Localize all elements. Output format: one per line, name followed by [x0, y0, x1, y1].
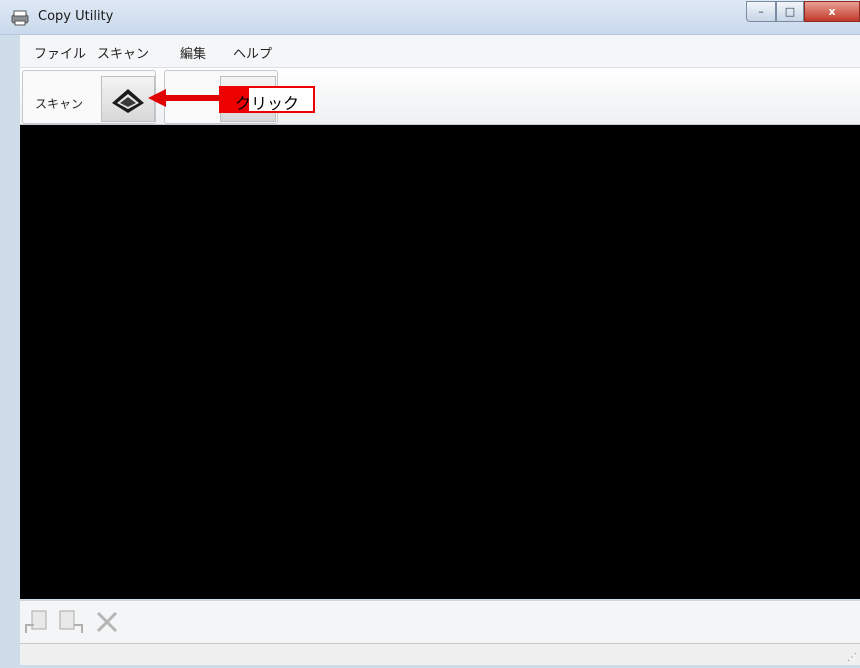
- minimize-icon: –: [758, 5, 764, 18]
- callout-arrow-icon: [148, 89, 222, 107]
- title-bar[interactable]: Copy Utility – □ x: [0, 0, 860, 35]
- window-title: Copy Utility: [38, 9, 114, 24]
- bottom-toolbar: [20, 600, 860, 643]
- delete-icon[interactable]: [92, 607, 122, 637]
- resize-grip-icon[interactable]: ⋰: [847, 652, 857, 663]
- menu-scan[interactable]: スキャン: [97, 43, 149, 62]
- scan-group-label: スキャン: [35, 97, 84, 111]
- preview-area[interactable]: [20, 125, 860, 599]
- rotate-left-icon[interactable]: [22, 607, 52, 637]
- copy-utility-window: Copy Utility – □ x ファイル スキャン 編集 ヘルプ スキャン: [0, 0, 860, 668]
- menu-help[interactable]: ヘルプ: [233, 43, 272, 62]
- click-callout: クリック: [219, 86, 315, 113]
- app-icon: [11, 10, 29, 26]
- rotate-right-icon[interactable]: [56, 607, 86, 637]
- scan-group: スキャン: [22, 70, 156, 124]
- minimize-button[interactable]: –: [746, 1, 776, 22]
- maximize-icon: □: [784, 5, 796, 18]
- menu-bar: ファイル スキャン 編集 ヘルプ: [20, 35, 860, 68]
- close-button[interactable]: x: [804, 1, 860, 22]
- menu-file[interactable]: ファイル: [34, 43, 86, 62]
- scanner-icon: [112, 89, 144, 113]
- close-icon: x: [828, 5, 836, 18]
- scan-button[interactable]: [101, 76, 155, 122]
- callout-text: クリック: [235, 94, 300, 113]
- menu-edit[interactable]: 編集: [180, 43, 206, 62]
- maximize-button[interactable]: □: [776, 1, 804, 22]
- toolbar: スキャン: [20, 68, 860, 125]
- status-bar: ⋰: [20, 643, 860, 665]
